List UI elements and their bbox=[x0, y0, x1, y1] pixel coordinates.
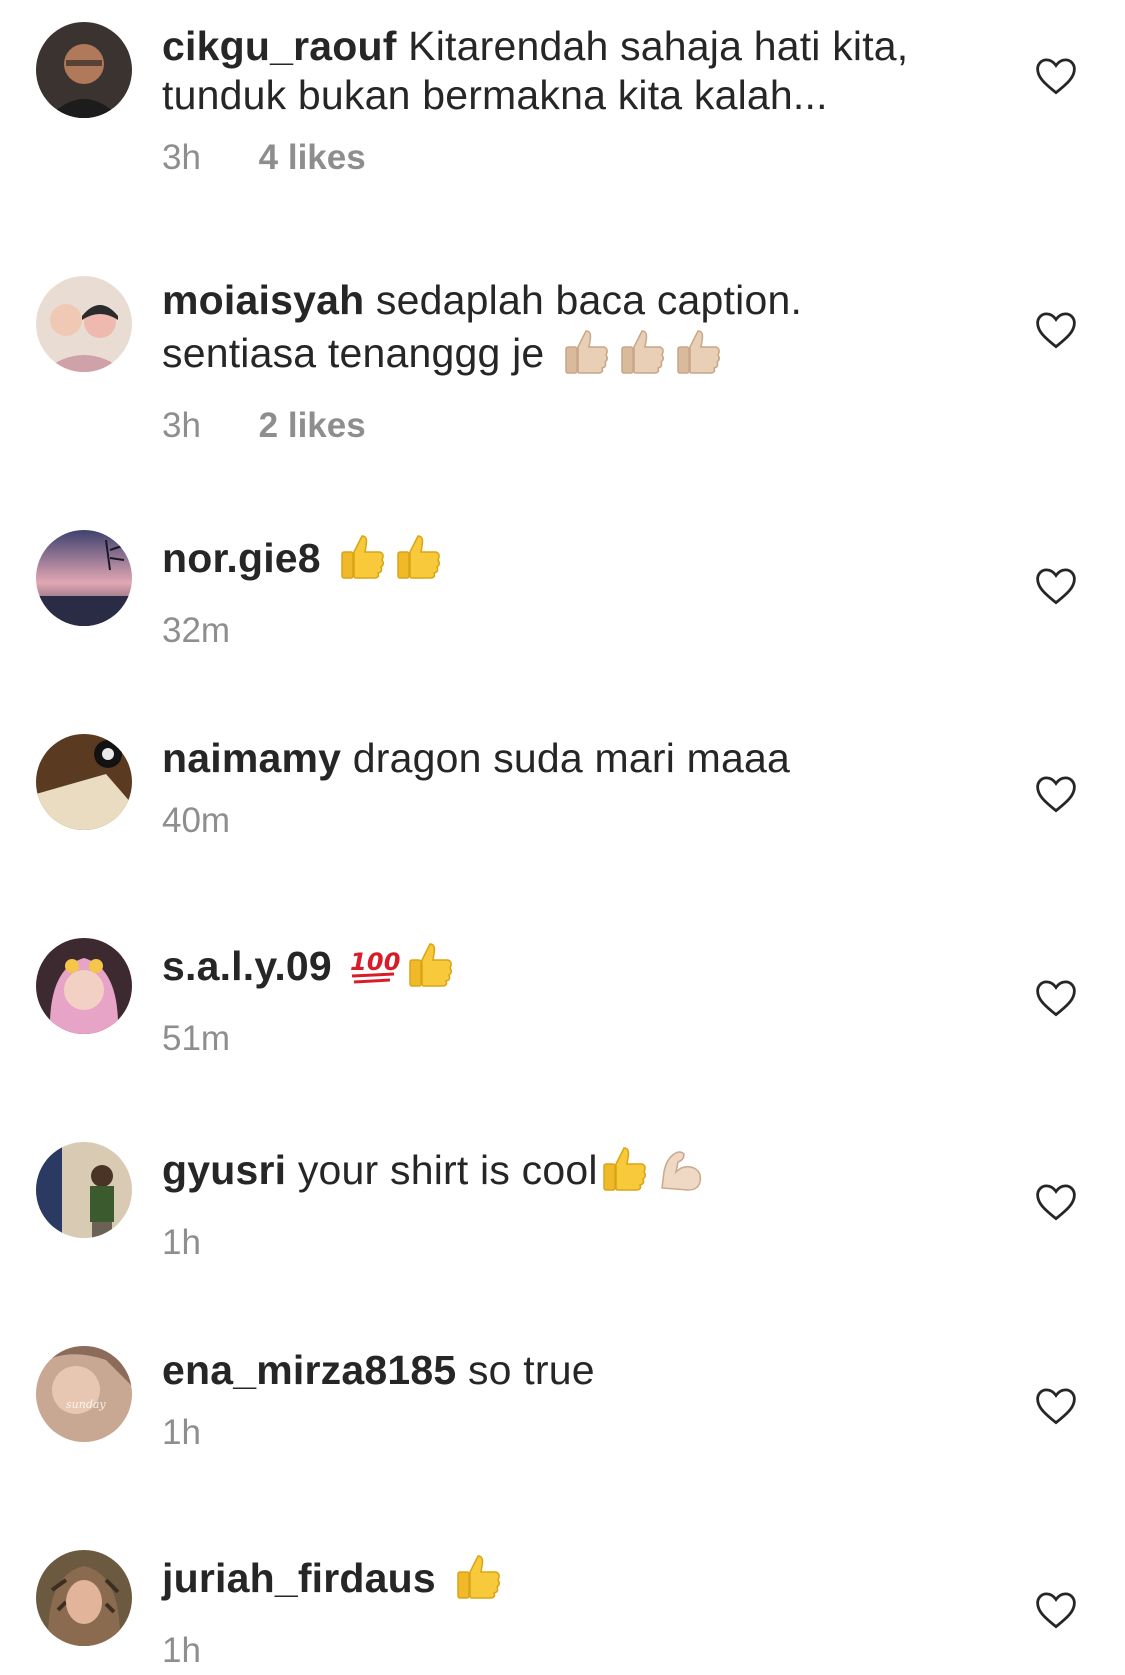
comment-message: so true bbox=[456, 1347, 595, 1393]
comment-time: 3h bbox=[162, 406, 201, 445]
comment-message bbox=[332, 943, 344, 989]
comment-text: s.a.l.y.09 100 bbox=[162, 938, 952, 1001]
thumbs-up-light-tone-icon bbox=[565, 330, 609, 374]
comment-body: naimamy dragon suda mari maaa 40m bbox=[162, 734, 952, 845]
comment-likes[interactable]: 2 likes bbox=[259, 406, 366, 445]
heart-outline-icon[interactable] bbox=[1035, 1590, 1077, 1630]
comment-username[interactable]: moiaisyah bbox=[162, 277, 364, 323]
avatar[interactable] bbox=[36, 276, 132, 372]
comment-username[interactable]: s.a.l.y.09 bbox=[162, 943, 332, 989]
comment-message: dragon suda mari maaa bbox=[341, 735, 790, 781]
comment-text: juriah_firdaus bbox=[162, 1550, 952, 1613]
comment-username[interactable]: gyusri bbox=[162, 1147, 286, 1193]
comment-message-line2: sentiasa tenanggg je bbox=[162, 330, 557, 376]
svg-text:sunday: sunday bbox=[66, 1398, 106, 1411]
heart-outline-icon[interactable] bbox=[1035, 56, 1077, 96]
comment-time: 51m bbox=[162, 1019, 231, 1058]
emoji-group: 100 bbox=[348, 938, 460, 1001]
thumbs-up-yellow-icon bbox=[341, 535, 385, 579]
thumbs-up-light-tone-icon bbox=[677, 330, 721, 374]
comment-text: cikgu_raouf Kitarendah sahaja hati kita,… bbox=[162, 22, 952, 120]
comment-meta: 1h bbox=[162, 1631, 952, 1675]
comment-message: sedaplah baca caption. bbox=[364, 277, 803, 323]
comment-time: 1h bbox=[162, 1413, 201, 1452]
thumbs-up-yellow-icon bbox=[456, 1555, 500, 1599]
avatar[interactable] bbox=[36, 1550, 132, 1646]
avatar[interactable] bbox=[36, 530, 132, 626]
emoji-group bbox=[336, 530, 448, 593]
comment-message bbox=[321, 535, 333, 581]
avatar[interactable] bbox=[36, 938, 132, 1034]
comment-text: nor.gie8 bbox=[162, 530, 952, 593]
comment-text: moiaisyah sedaplah baca caption. sentias… bbox=[162, 276, 952, 388]
comment-meta: 40m bbox=[162, 801, 952, 845]
comment-time: 40m bbox=[162, 801, 231, 840]
comment-body: gyusri your shirt is cool 1h bbox=[162, 1142, 952, 1267]
comment-text: ena_mirza8185 so true bbox=[162, 1346, 952, 1395]
thumbs-up-yellow-icon bbox=[397, 535, 441, 579]
comment-meta: 1h bbox=[162, 1413, 952, 1457]
comment-message-line2: tunduk bukan bermakna kita kalah... bbox=[162, 72, 828, 118]
heart-outline-icon[interactable] bbox=[1035, 774, 1077, 814]
comment-text: naimamy dragon suda mari maaa bbox=[162, 734, 952, 783]
comment-time: 3h bbox=[162, 138, 201, 177]
comment-message: your shirt is cool bbox=[286, 1147, 598, 1193]
comment-username[interactable]: cikgu_raouf bbox=[162, 23, 397, 69]
heart-outline-icon[interactable] bbox=[1035, 1182, 1077, 1222]
heart-outline-icon[interactable] bbox=[1035, 978, 1077, 1018]
comment-username[interactable]: naimamy bbox=[162, 735, 341, 781]
comment-username[interactable]: juriah_firdaus bbox=[162, 1555, 436, 1601]
comment-body: s.a.l.y.09 100 51m bbox=[162, 938, 952, 1063]
comment-meta: 3h 2 likes bbox=[162, 406, 952, 450]
comment-body: moiaisyah sedaplah baca caption. sentias… bbox=[162, 276, 952, 450]
thumbs-up-yellow-icon bbox=[602, 1147, 646, 1191]
comment-text: gyusri your shirt is cool bbox=[162, 1142, 952, 1205]
thumbs-up-light-tone-icon bbox=[621, 330, 665, 374]
comment-body: nor.gie8 32m bbox=[162, 530, 952, 655]
svg-text:100: 100 bbox=[350, 948, 400, 976]
comment-meta: 3h 4 likes bbox=[162, 138, 952, 182]
comment-body: cikgu_raouf Kitarendah sahaja hati kita,… bbox=[162, 22, 952, 182]
comment-message: Kitarendah sahaja hati kita, bbox=[396, 23, 909, 69]
comment-time: 32m bbox=[162, 611, 231, 650]
heart-outline-icon[interactable] bbox=[1035, 310, 1077, 350]
emoji-group bbox=[452, 1550, 508, 1613]
comment-meta: 1h bbox=[162, 1223, 952, 1267]
flexed-biceps-light-tone-icon bbox=[660, 1151, 701, 1191]
comment-meta: 32m bbox=[162, 611, 952, 655]
avatar[interactable] bbox=[36, 1142, 132, 1238]
comment-likes[interactable]: 4 likes bbox=[259, 138, 366, 177]
comment-body: ena_mirza8185 so true 1h bbox=[162, 1346, 952, 1457]
heart-outline-icon[interactable] bbox=[1035, 1386, 1077, 1426]
comment-username[interactable]: nor.gie8 bbox=[162, 535, 321, 581]
comment-username[interactable]: ena_mirza8185 bbox=[162, 1347, 456, 1393]
emoji-group bbox=[560, 325, 728, 388]
comment-list: cikgu_raouf Kitarendah sahaja hati kita,… bbox=[0, 0, 1125, 1670]
comment-time: 1h bbox=[162, 1631, 201, 1670]
comment-message bbox=[436, 1555, 448, 1601]
avatar[interactable] bbox=[36, 22, 132, 118]
avatar[interactable]: sunday bbox=[36, 1346, 132, 1442]
comment-body: juriah_firdaus 1h bbox=[162, 1550, 952, 1675]
emoji-group bbox=[598, 1142, 710, 1205]
comment-meta: 51m bbox=[162, 1019, 952, 1063]
hundred-points-icon: 100 bbox=[350, 948, 400, 984]
comment-time: 1h bbox=[162, 1223, 201, 1262]
heart-outline-icon[interactable] bbox=[1035, 566, 1077, 606]
thumbs-up-yellow-icon bbox=[408, 943, 452, 987]
avatar[interactable] bbox=[36, 734, 132, 830]
